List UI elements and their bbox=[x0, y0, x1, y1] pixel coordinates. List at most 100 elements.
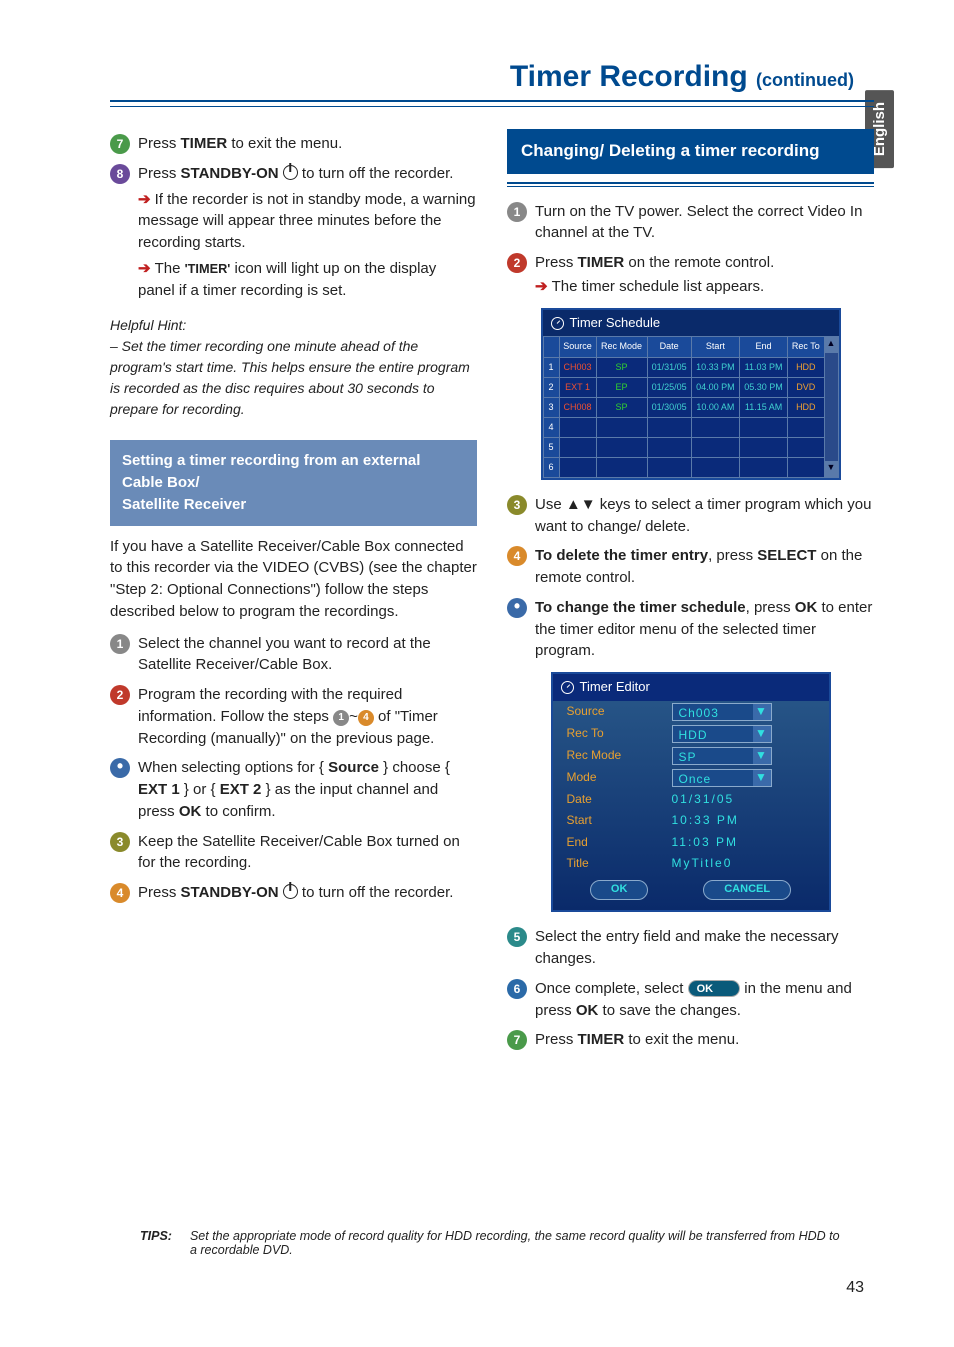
td: HDD bbox=[788, 397, 824, 417]
title-main: Timer Recording bbox=[510, 60, 756, 93]
editor-dropdown[interactable]: Ch003▼ bbox=[672, 703, 772, 721]
td: 1 bbox=[543, 357, 559, 377]
editor-row[interactable]: Date01/31/05 bbox=[553, 789, 829, 810]
up-down-icon: ▲▼ bbox=[566, 496, 596, 513]
table-row[interactable]: 4 bbox=[543, 417, 838, 437]
power-icon bbox=[283, 165, 298, 180]
step-body: Keep the Satellite Receiver/Cable Box tu… bbox=[138, 831, 477, 875]
text: to save the changes. bbox=[598, 1002, 741, 1019]
td bbox=[788, 437, 824, 457]
editor-dropdown[interactable]: Once▼ bbox=[672, 769, 772, 787]
chevron-down-icon[interactable]: ▼ bbox=[753, 726, 771, 742]
r-step-7: 7 Press TIMER to exit the menu. bbox=[507, 1029, 874, 1051]
text-bold: OK bbox=[576, 1002, 599, 1019]
hint-title: Helpful Hint: bbox=[110, 315, 477, 336]
editor-row[interactable]: Rec ToHDD▼ bbox=[553, 723, 829, 745]
chevron-down-icon[interactable]: ▼ bbox=[753, 704, 771, 720]
cable-step-3: 3 Keep the Satellite Receiver/Cable Box … bbox=[110, 831, 477, 875]
td: 04.00 PM bbox=[691, 377, 739, 397]
editor-label: Rec Mode bbox=[567, 747, 672, 764]
th: Start bbox=[691, 337, 739, 357]
td bbox=[647, 417, 691, 437]
td: 05.30 PM bbox=[739, 377, 787, 397]
editor-row[interactable]: TitleMyTitle0 bbox=[553, 853, 829, 874]
chevron-down-icon[interactable]: ▼ bbox=[753, 770, 771, 786]
editor-value[interactable]: 10:33 PM bbox=[672, 812, 815, 829]
td bbox=[739, 437, 787, 457]
step-number-7: 7 bbox=[507, 1030, 527, 1050]
text-bold: OK bbox=[795, 599, 818, 616]
editor-value[interactable]: 11:03 PM bbox=[672, 834, 815, 851]
editor-row[interactable]: Rec ModeSP▼ bbox=[553, 745, 829, 767]
helpful-hint: Helpful Hint: – Set the timer recording … bbox=[110, 315, 477, 420]
table-row[interactable]: 5 bbox=[543, 437, 838, 457]
editor-label: Mode bbox=[567, 769, 672, 786]
td: 11.15 AM bbox=[739, 397, 787, 417]
text: When selecting options for { bbox=[138, 759, 328, 776]
text: The timer schedule list appears. bbox=[552, 278, 765, 295]
step-8-text: Press STANDBY-ON to turn off the recorde… bbox=[138, 163, 477, 302]
text-bold: TIMER bbox=[578, 1031, 625, 1048]
tips-footer: TIPS: Set the appropriate mode of record… bbox=[140, 1229, 844, 1257]
text-bold: OK bbox=[179, 803, 202, 820]
step-body: Press TIMER on the remote control. ➔The … bbox=[535, 252, 874, 298]
editor-ok-button[interactable]: OK bbox=[590, 880, 649, 900]
editor-cancel-button[interactable]: CANCEL bbox=[703, 880, 791, 900]
left-column: 7 Press TIMER to exit the menu. 8 Press … bbox=[110, 125, 477, 1059]
editor-value[interactable]: MyTitle0 bbox=[672, 855, 815, 872]
editor-row[interactable]: ModeOnce▼ bbox=[553, 767, 829, 789]
editor-dropdown[interactable]: HDD▼ bbox=[672, 725, 772, 743]
td bbox=[691, 417, 739, 437]
schedule-table: Source Rec Mode Date Start End Rec To ▲ … bbox=[543, 336, 839, 477]
callout-body: If you have a Satellite Receiver/Cable B… bbox=[110, 536, 477, 623]
callout-box: Setting a timer recording from an extern… bbox=[110, 440, 477, 525]
text: The bbox=[155, 260, 185, 277]
scrollbar[interactable]: ▲ ▼ bbox=[824, 337, 838, 477]
td bbox=[596, 457, 647, 477]
td: EXT 1 bbox=[559, 377, 596, 397]
td: DVD bbox=[788, 377, 824, 397]
page-title: Timer Recording (continued) bbox=[110, 60, 874, 102]
table-row[interactable]: 6 bbox=[543, 457, 838, 477]
title-underline bbox=[110, 106, 874, 107]
section-rule bbox=[507, 186, 874, 187]
r-step-3: 3 Use ▲▼ keys to select a timer program … bbox=[507, 494, 874, 538]
td: HDD bbox=[788, 357, 824, 377]
editor-row[interactable]: End11:03 PM bbox=[553, 832, 829, 853]
schedule-title: Timer Schedule bbox=[570, 314, 661, 333]
text: to exit the menu. bbox=[624, 1031, 739, 1048]
td bbox=[559, 457, 596, 477]
text-smallcaps: 'TIMER' bbox=[185, 261, 231, 276]
table-row[interactable]: 2 EXT 1 EP 01/25/05 04.00 PM 05.30 PM DV… bbox=[543, 377, 838, 397]
tips-label: TIPS: bbox=[140, 1229, 172, 1257]
step-number-1: 1 bbox=[110, 634, 130, 654]
editor-header: Timer Editor bbox=[553, 674, 829, 701]
step-body: To delete the timer entry, press SELECT … bbox=[535, 545, 874, 589]
right-column: Changing/ Deleting a timer recording 1 T… bbox=[507, 125, 874, 1059]
page: Timer Recording (continued) 7 Press TIME… bbox=[0, 0, 954, 1059]
step-body: Press STANDBY-ON to turn off the recorde… bbox=[138, 882, 477, 904]
editor-row[interactable]: Start10:33 PM bbox=[553, 810, 829, 831]
step-number-4: 4 bbox=[110, 883, 130, 903]
td: SP bbox=[596, 397, 647, 417]
editor-row[interactable]: SourceCh003▼ bbox=[553, 701, 829, 723]
clock-icon bbox=[561, 681, 574, 694]
bullet-icon: • bbox=[110, 758, 130, 778]
editor-value[interactable]: 01/31/05 bbox=[672, 791, 815, 808]
text: Use bbox=[535, 496, 566, 513]
td: CH003 bbox=[559, 357, 596, 377]
td bbox=[691, 457, 739, 477]
r-step-4: 4 To delete the timer entry, press SELEC… bbox=[507, 545, 874, 589]
step-number-7: 7 bbox=[110, 134, 130, 154]
table-row[interactable]: 1 CH003 SP 01/31/05 10.33 PM 11.03 PM HD… bbox=[543, 357, 838, 377]
text: If the recorder is not in standby mode, … bbox=[138, 191, 476, 252]
chevron-down-icon[interactable]: ▼ bbox=[753, 748, 771, 764]
power-icon bbox=[283, 884, 298, 899]
table-row[interactable]: 3 CH008 SP 01/30/05 10.00 AM 11.15 AM HD… bbox=[543, 397, 838, 417]
r-step-1: 1 Turn on the TV power. Select the corre… bbox=[507, 201, 874, 245]
text: to confirm. bbox=[201, 803, 275, 820]
step-number-2: 2 bbox=[110, 685, 130, 705]
step-body: Program the recording with the required … bbox=[138, 684, 477, 749]
schedule-header: Timer Schedule bbox=[543, 310, 839, 337]
editor-dropdown[interactable]: SP▼ bbox=[672, 747, 772, 765]
